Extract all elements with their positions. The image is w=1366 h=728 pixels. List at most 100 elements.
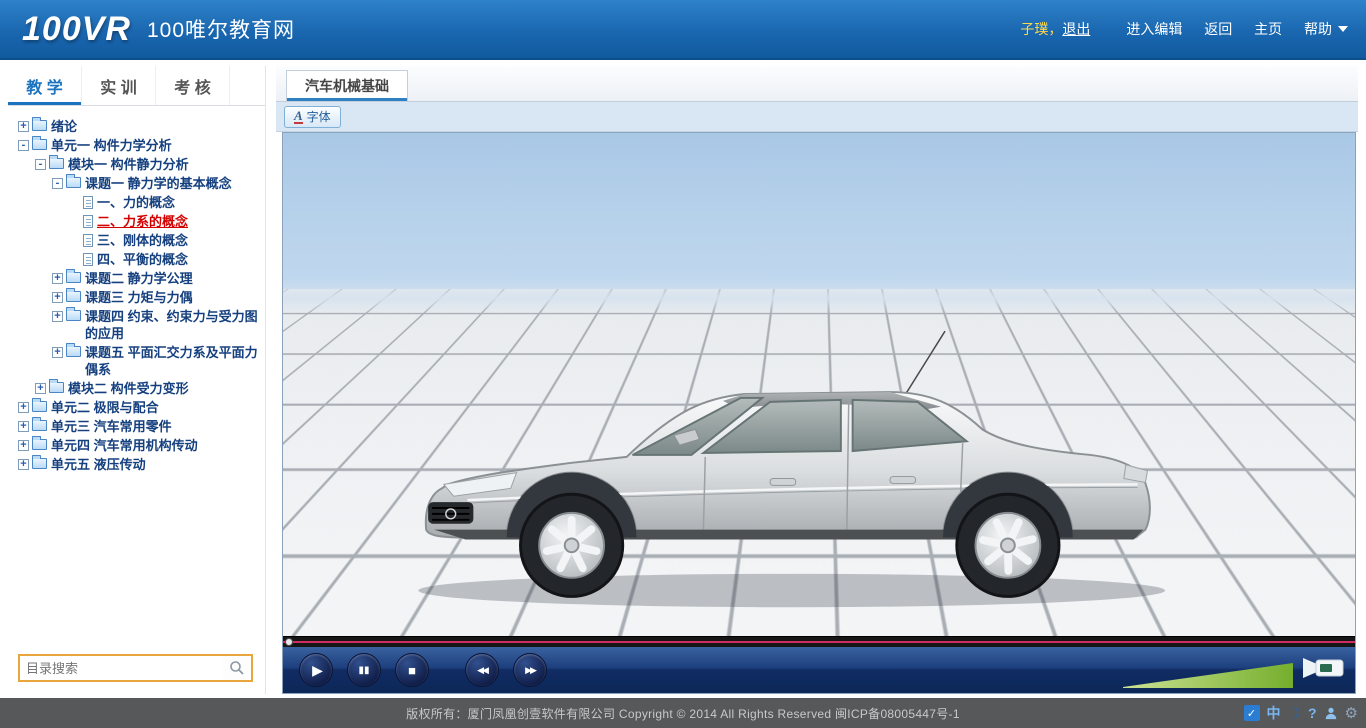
tree-expander-icon[interactable]: +	[52, 273, 63, 284]
tree-item[interactable]: + 绪论	[8, 118, 261, 135]
viewer-stage: ▶ ▮▮ ■ ◀◀ ▶▶	[282, 132, 1356, 694]
tree-node-icon	[83, 234, 93, 247]
tree-item[interactable]: + 课题五 平面汇交力系及平面力偶系	[8, 344, 261, 378]
tree-expander-icon[interactable]: +	[18, 459, 29, 470]
tree-item[interactable]: + 课题三 力矩与力偶	[8, 289, 261, 306]
person-icon[interactable]	[1324, 706, 1338, 720]
rewind-button[interactable]: ◀◀	[465, 653, 499, 687]
logout-link[interactable]: 退出	[1062, 19, 1090, 39]
tree-node-icon	[66, 310, 81, 321]
chevron-down-icon[interactable]	[1338, 26, 1348, 32]
tree-node-icon	[32, 458, 47, 469]
tree-item-label: 课题三 力矩与力偶	[85, 289, 193, 306]
header-nav-link[interactable]: 主页	[1254, 21, 1282, 37]
header-right: 子璞， 退出 进入编辑 返回 主页 帮助	[1020, 19, 1348, 39]
tree-node-icon	[83, 196, 93, 209]
tree-item[interactable]: - 课题一 静力学的基本概念	[8, 175, 261, 192]
tree-node-icon	[32, 420, 47, 431]
timeline-scrubber[interactable]	[283, 636, 1355, 647]
footer: 版权所有：厦门凤凰创壹软件有限公司 Copyright © 2014 All R…	[0, 698, 1366, 728]
tree-expander-icon[interactable]: +	[18, 402, 29, 413]
tree-item-label: 三、刚体的概念	[97, 232, 188, 249]
tree-expander-icon[interactable]: +	[18, 121, 29, 132]
font-icon: A	[294, 110, 303, 124]
volume-wedge[interactable]	[1123, 662, 1293, 688]
tree-item[interactable]: - 模块一 构件静力分析	[8, 156, 261, 173]
tree-item[interactable]: + 单元三 汽车常用零件	[8, 418, 261, 435]
tree-node-icon	[66, 346, 81, 357]
tree-node-icon	[32, 439, 47, 450]
tree-node-icon	[83, 215, 93, 228]
tree-item-label: 单元二 极限与配合	[51, 399, 159, 416]
tree-expander-icon[interactable]: +	[52, 347, 63, 358]
tree-item-label: 模块一 构件静力分析	[68, 156, 189, 173]
tree-item-label: 四、平衡的概念	[97, 251, 188, 268]
car-illustration	[379, 282, 1204, 616]
top-header: 100VR 100唯尔教育网 子璞， 退出 进入编辑 返回 主页 帮助	[0, 0, 1366, 60]
help-icon[interactable]: ?	[1308, 705, 1317, 721]
sidebar-tab-label: 实 训	[100, 74, 136, 98]
tree-item[interactable]: + 单元四 汽车常用机构传动	[8, 437, 261, 454]
tree-node-icon	[66, 272, 81, 283]
tab-course[interactable]: 汽车机械基础	[286, 70, 408, 101]
tree-item-label: 单元四 汽车常用机构传动	[51, 437, 198, 454]
sidebar-tab[interactable]: 考 核	[156, 66, 230, 105]
tree-item[interactable]: + 课题四 约束、约束力与受力图的应用	[8, 308, 261, 342]
tree-item-label: 单元一 构件力学分析	[51, 137, 172, 154]
search-button[interactable]	[223, 656, 251, 680]
tree-expander-icon[interactable]: -	[52, 178, 63, 189]
chinese-ime-icon[interactable]: 中	[1267, 703, 1281, 723]
tab-course-label: 汽车机械基础	[305, 76, 389, 96]
tree-item[interactable]: 四、平衡的概念	[8, 251, 261, 268]
gear-icon[interactable]: ⚙	[1345, 704, 1358, 722]
tree-node-icon	[32, 139, 47, 150]
header-nav-link[interactable]: 进入编辑	[1126, 21, 1182, 37]
timeline-knob[interactable]	[285, 638, 293, 646]
sidebar-tab[interactable]: 实 训	[82, 66, 156, 105]
play-button[interactable]: ▶	[299, 653, 333, 687]
header-nav-link[interactable]: 帮助	[1304, 21, 1332, 37]
tree-expander-icon[interactable]: +	[18, 440, 29, 451]
checkbox-icon[interactable]: ✓	[1244, 705, 1260, 721]
tree-item[interactable]: + 单元五 液压传动	[8, 456, 261, 473]
pause-button[interactable]: ▮▮	[347, 653, 381, 687]
tree-item-label: 单元三 汽车常用零件	[51, 418, 172, 435]
header-nav-link[interactable]: 返回	[1204, 21, 1232, 37]
tree-expander-icon[interactable]: +	[52, 292, 63, 303]
footer-icons: ✓ 中 ☽ ? ⚙	[1244, 698, 1358, 728]
site-logo[interactable]: 100VR	[22, 10, 131, 49]
tree-expander-icon[interactable]: +	[35, 383, 46, 394]
site-title: 100唯尔教育网	[147, 14, 295, 44]
camera-button[interactable]	[1301, 652, 1345, 687]
tree-item[interactable]: + 课题二 静力学公理	[8, 270, 261, 287]
catalog-search-box	[18, 654, 253, 682]
fast-forward-button[interactable]: ▶▶	[513, 653, 547, 687]
tree-item[interactable]: + 单元二 极限与配合	[8, 399, 261, 416]
tree-item[interactable]: 二、力系的概念	[8, 213, 261, 230]
font-button[interactable]: A 字体	[284, 106, 341, 128]
3d-viewport[interactable]	[283, 133, 1355, 636]
sidebar-tab-label: 教 学	[26, 74, 62, 98]
tree-item-label: 课题一 静力学的基本概念	[85, 175, 232, 192]
tree-expander-icon[interactable]: +	[52, 311, 63, 322]
catalog-search-input[interactable]	[20, 661, 223, 676]
tree-item[interactable]: + 模块二 构件受力变形	[8, 380, 261, 397]
tree-item[interactable]: - 单元一 构件力学分析	[8, 137, 261, 154]
sidebar-tab[interactable]: 教 学	[8, 66, 82, 105]
tree-item[interactable]: 三、刚体的概念	[8, 232, 261, 249]
pause-icon: ▮▮	[358, 665, 369, 676]
tree-expander-icon[interactable]: +	[18, 421, 29, 432]
tree-expander-icon[interactable]: -	[18, 140, 29, 151]
viewer-toolbar: A 字体	[276, 102, 1358, 132]
tree-item-label: 模块二 构件受力变形	[68, 380, 189, 397]
tree-node-icon	[32, 120, 47, 131]
moon-icon[interactable]: ☽	[1288, 704, 1301, 722]
content-tabbar: 汽车机械基础	[276, 66, 1358, 102]
car-3d-model[interactable]	[379, 282, 1204, 616]
rewind-icon: ◀◀	[477, 665, 487, 676]
tiled-ground	[283, 133, 1355, 289]
tree-expander-icon[interactable]: -	[35, 159, 46, 170]
sidebar-tabs: 教 学 实 训 考 核	[8, 66, 265, 106]
stop-button[interactable]: ■	[395, 653, 429, 687]
tree-item[interactable]: 一、力的概念	[8, 194, 261, 211]
